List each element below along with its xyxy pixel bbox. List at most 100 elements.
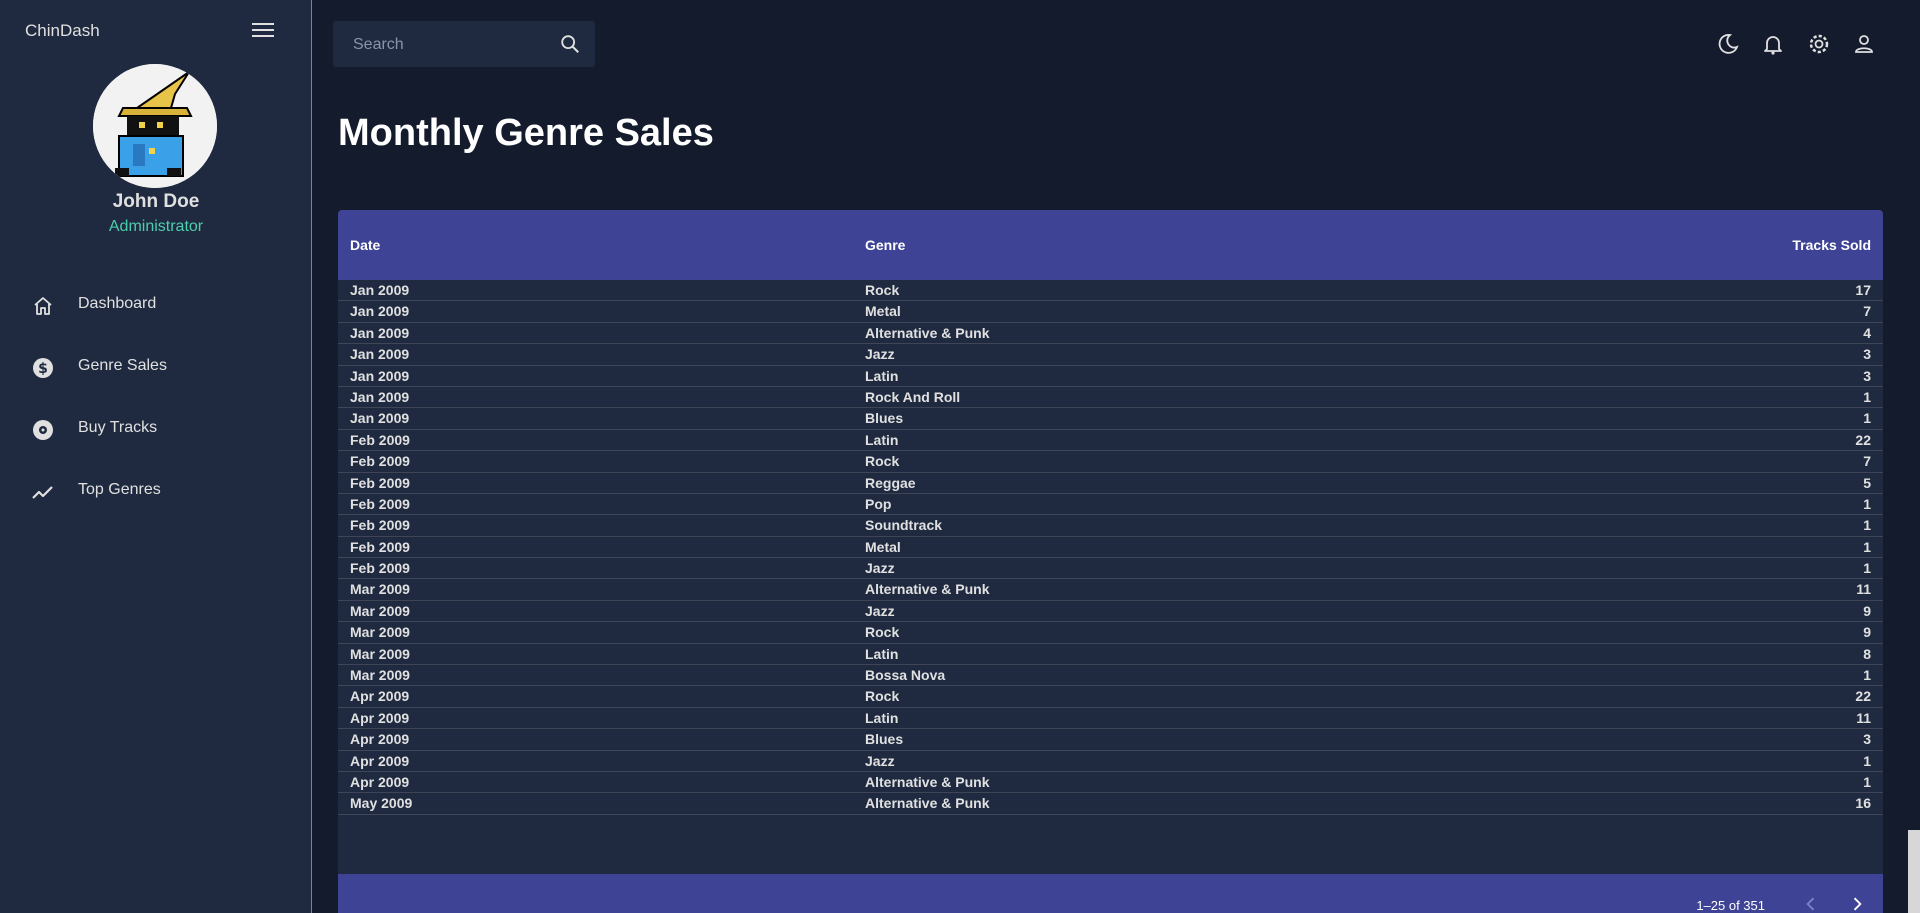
next-page-icon[interactable] xyxy=(1847,894,1867,913)
table-row[interactable]: Feb 2009 Pop 1 xyxy=(338,494,1883,516)
sidebar-item-top-genres[interactable]: Top Genres xyxy=(0,462,312,524)
cell-tracks-sold: 1 xyxy=(1863,410,1871,427)
cell-date: Jan 2009 xyxy=(350,346,410,363)
table-row[interactable]: Mar 2009 Rock 9 xyxy=(338,622,1883,644)
user-icon[interactable] xyxy=(1852,32,1876,56)
cell-tracks-sold: 1 xyxy=(1863,538,1871,555)
table-row[interactable]: Feb 2009 Metal 1 xyxy=(338,537,1883,559)
cell-genre: Pop xyxy=(865,495,892,512)
scrollbar-thumb[interactable] xyxy=(1908,830,1920,913)
cell-genre: Alternative & Punk xyxy=(865,795,990,812)
table-row[interactable]: Jan 2009 Blues 1 xyxy=(338,408,1883,430)
column-header-date[interactable]: Date xyxy=(350,237,380,253)
cell-date: Jan 2009 xyxy=(350,324,410,341)
bell-icon[interactable] xyxy=(1761,32,1785,56)
table-row[interactable]: Jan 2009 Rock 17 xyxy=(338,280,1883,302)
table-row[interactable]: Mar 2009 Alternative & Punk 11 xyxy=(338,579,1883,601)
table-row[interactable]: Apr 2009 Jazz 1 xyxy=(338,751,1883,772)
cell-genre: Alternative & Punk xyxy=(865,581,990,598)
cell-genre: Rock xyxy=(865,282,900,298)
cell-date: Jan 2009 xyxy=(350,303,410,320)
table-row[interactable]: Feb 2009 Rock 7 xyxy=(338,451,1883,473)
search-bar xyxy=(333,21,595,67)
cell-date: Mar 2009 xyxy=(350,645,410,662)
table-row[interactable]: Feb 2009 Reggae 5 xyxy=(338,473,1883,494)
table-row[interactable]: May 2009 Alternative & Punk 16 xyxy=(338,793,1883,815)
table-footer: 1–25 of 351 xyxy=(338,874,1883,913)
previous-page-icon[interactable] xyxy=(1801,894,1821,913)
gear-icon[interactable] xyxy=(1807,32,1831,56)
disc-icon xyxy=(33,420,53,440)
scrollbar[interactable] xyxy=(1908,0,1920,913)
sidebar-item-label: Genre Sales xyxy=(78,357,167,374)
app-title: ChinDash xyxy=(25,21,100,40)
sidebar-item-genre-sales[interactable]: $ Genre Sales xyxy=(0,338,312,400)
search-icon[interactable] xyxy=(559,33,581,55)
table-row[interactable]: Feb 2009 Soundtrack 1 xyxy=(338,515,1883,537)
sidebar: ChinDash John Doe Administrator Dashboar… xyxy=(0,0,312,913)
pagination-text: 1–25 of 351 xyxy=(1696,898,1765,913)
sidebar-item-label: Top Genres xyxy=(78,481,161,498)
cell-tracks-sold: 22 xyxy=(1855,688,1871,705)
cell-genre: Jazz xyxy=(865,346,895,363)
cell-tracks-sold: 8 xyxy=(1863,645,1871,662)
cell-date: Mar 2009 xyxy=(350,602,410,619)
cell-date: Apr 2009 xyxy=(350,752,410,769)
cell-date: Apr 2009 xyxy=(350,688,410,705)
table-row[interactable]: Feb 2009 Latin 22 xyxy=(338,430,1883,452)
cell-date: Jan 2009 xyxy=(350,388,410,405)
cell-genre: Metal xyxy=(865,303,901,320)
table-row[interactable]: Mar 2009 Jazz 9 xyxy=(338,601,1883,623)
cell-date: Mar 2009 xyxy=(350,667,410,684)
cell-tracks-sold: 1 xyxy=(1863,560,1871,577)
menu-icon[interactable] xyxy=(252,20,274,38)
sidebar-item-dashboard[interactable]: Dashboard xyxy=(0,276,312,338)
table-row[interactable]: Jan 2009 Alternative & Punk 4 xyxy=(338,323,1883,345)
search-input[interactable] xyxy=(351,33,555,57)
table-row[interactable]: Jan 2009 Jazz 3 xyxy=(338,344,1883,366)
cell-date: Mar 2009 xyxy=(350,581,410,598)
cell-tracks-sold: 3 xyxy=(1863,346,1871,363)
cell-genre: Latin xyxy=(865,431,899,448)
cell-genre: Jazz xyxy=(865,752,895,769)
cell-tracks-sold: 1 xyxy=(1863,667,1871,684)
cell-date: Apr 2009 xyxy=(350,709,410,726)
table-row[interactable]: Apr 2009 Alternative & Punk 1 xyxy=(338,772,1883,794)
table-row[interactable]: Mar 2009 Bossa Nova 1 xyxy=(338,665,1883,687)
table-header: Date Genre Tracks Sold xyxy=(338,210,1883,280)
table-row[interactable]: Mar 2009 Latin 8 xyxy=(338,644,1883,666)
cell-tracks-sold: 1 xyxy=(1863,495,1871,512)
table-row[interactable]: Apr 2009 Latin 11 xyxy=(338,708,1883,730)
sidebar-item-buy-tracks[interactable]: Buy Tracks xyxy=(0,400,312,462)
column-header-genre[interactable]: Genre xyxy=(865,237,905,253)
table-row[interactable]: Apr 2009 Rock 22 xyxy=(338,686,1883,708)
moon-icon[interactable] xyxy=(1716,32,1740,56)
cell-tracks-sold: 3 xyxy=(1863,731,1871,748)
home-icon xyxy=(34,297,52,315)
sidebar-item-label: Buy Tracks xyxy=(78,419,158,436)
cell-genre: Rock xyxy=(865,453,900,470)
column-header-tracks-sold[interactable]: Tracks Sold xyxy=(1792,237,1871,253)
cell-genre: Blues xyxy=(865,410,904,427)
avatar xyxy=(93,64,217,188)
cell-date: Jan 2009 xyxy=(350,282,410,298)
table-row[interactable]: Apr 2009 Blues 3 xyxy=(338,729,1883,751)
cell-date: Feb 2009 xyxy=(350,453,410,470)
cell-tracks-sold: 22 xyxy=(1855,431,1871,448)
trending-icon xyxy=(32,486,53,499)
table-row[interactable]: Jan 2009 Rock And Roll 1 xyxy=(338,387,1883,409)
cell-genre: Jazz xyxy=(865,560,895,577)
cell-date: Feb 2009 xyxy=(350,474,410,491)
cell-genre: Rock xyxy=(865,624,900,641)
cell-date: May 2009 xyxy=(350,795,413,812)
table-row[interactable]: Jan 2009 Metal 7 xyxy=(338,301,1883,323)
table-row[interactable]: Jan 2009 Latin 3 xyxy=(338,366,1883,387)
cell-genre: Latin xyxy=(865,367,899,384)
table-row[interactable]: Feb 2009 Jazz 1 xyxy=(338,558,1883,580)
cell-date: Apr 2009 xyxy=(350,773,410,790)
cell-date: Feb 2009 xyxy=(350,517,410,534)
cell-genre: Bossa Nova xyxy=(865,667,946,684)
cell-tracks-sold: 1 xyxy=(1863,388,1871,405)
cell-tracks-sold: 7 xyxy=(1863,453,1871,470)
cell-tracks-sold: 9 xyxy=(1863,602,1871,619)
